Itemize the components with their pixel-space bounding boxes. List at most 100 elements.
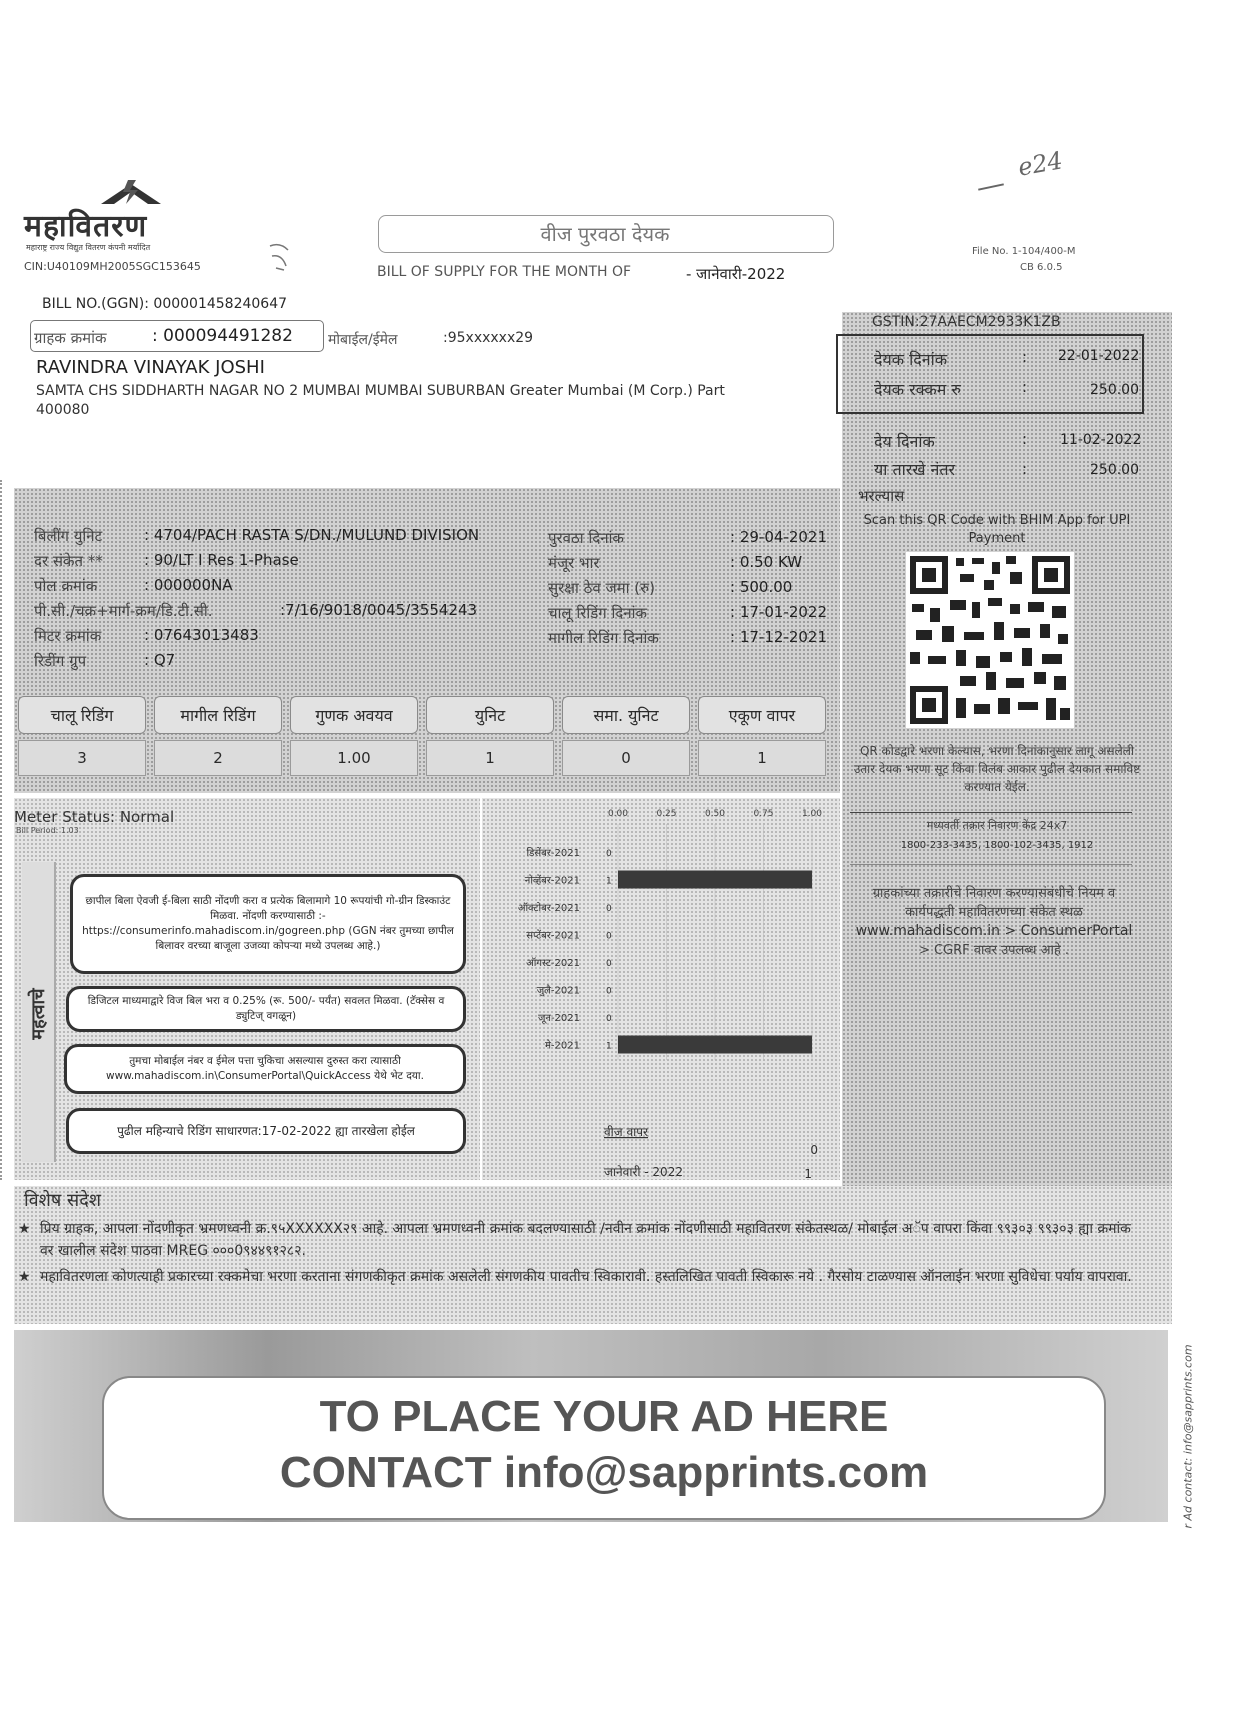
reading-header: एकूण वापर	[698, 696, 826, 734]
bill-no-label: BILL NO.(GGN):	[42, 296, 149, 312]
x-tick-label: 1.00	[802, 809, 822, 819]
ad-line2: CONTACT info@sapprints.com	[279, 1448, 929, 1497]
detail-row: पी.सी./चक्र+मार्ग-क्रम/डि.टी.सी.:7/16/90…	[34, 601, 534, 625]
detail-value: : 17-12-2021	[730, 628, 827, 646]
upi-qr-code[interactable]	[906, 552, 1074, 728]
detail-value: :7/16/9018/0045/3554243	[280, 601, 478, 619]
after-date-label: या तारखे नंतर	[874, 460, 956, 479]
colon: :	[1022, 430, 1028, 448]
detail-label: मागील रिडिंग दिनांक	[548, 629, 659, 647]
detail-label: पुरवठा दिनांक	[548, 529, 624, 547]
detail-label: सुरक्षा ठेव जमा (रु)	[548, 579, 655, 597]
grievance-text: ग्राहकांच्या तक्रारीचे निवारण करण्यासंबं…	[872, 886, 1116, 920]
qr-caption: Scan this QR Code with BHIM App for UPI …	[863, 513, 1131, 546]
x-tick-label: 0.75	[753, 809, 773, 819]
bill-month: - जानेवारी-2022	[686, 265, 786, 283]
payment-label: भरल्यास	[858, 487, 905, 505]
gstin: GSTIN:27AAECM2933K1ZB	[872, 314, 1061, 330]
detail-value: : 0.50 KW	[730, 553, 803, 571]
detail-row: मिटर क्रमांक : 07643013483	[34, 626, 534, 650]
divider	[850, 812, 1132, 813]
bill-date-label: देयक दिनांक	[874, 350, 948, 369]
ad-box[interactable]: TO PLACE YOUR AD HERE CONTACT info@sappr…	[102, 1376, 1106, 1520]
consumption-chart: 0.00 0.25 0.50 0.75 1.00 डिसेंबर-2021 0 नोव्हें…	[482, 798, 840, 1181]
category-label: डिसेंबर-2021	[526, 847, 580, 859]
qr-note: QR कोडद्वारे भरणा केल्यास, भरणा दिनांकान…	[853, 744, 1141, 794]
value-label: 0	[606, 987, 612, 997]
due-date: 11-02-2022	[1060, 432, 1142, 448]
ad-side-text: r Ad contact: info@sapprints.com	[1181, 1344, 1195, 1529]
detail-label: मिटर क्रमांक	[34, 627, 102, 645]
detail-row: रिडींग ग्रुप : Q7	[34, 651, 534, 675]
value-label: 1	[606, 877, 612, 887]
bullet-star-icon: ★	[18, 1269, 31, 1285]
category-label: सप्टेंबर-2021	[526, 930, 580, 942]
header: महावितरण महाराष्ट्र राज्य विद्युत वितरण …	[0, 146, 1237, 283]
important-label: महत्वाचे	[28, 988, 49, 1040]
consumer-address-line1: SAMTA CHS SIDDHARTH NAGAR NO 2 MUMBAI MU…	[36, 383, 725, 399]
cin: CIN:U40109MH2005SGC153645	[24, 260, 201, 273]
detail-value: : 500.00	[730, 578, 793, 596]
mobile-value: :95xxxxxx29	[443, 330, 534, 346]
x-tick-label: 0.50	[705, 809, 725, 819]
logo-text: महावितरण	[24, 209, 148, 244]
detail-label: रिडींग ग्रुप	[34, 652, 87, 670]
usage-bar	[618, 870, 812, 889]
list-item: ★ प्रिय ग्राहक, आपला नोंदणीकृत भ्रमणध्वन…	[14, 1218, 1134, 1262]
ad-line1: TO PLACE YOUR AD HERE	[319, 1392, 889, 1441]
logo-subtitle: महाराष्ट्र राज्य विद्युत वितरण कंपनी मर्…	[26, 243, 151, 252]
after-amount: 250.00	[1090, 462, 1139, 478]
doc-title: वीज पुरवठा देयक	[540, 222, 670, 246]
detail-row: पुरवठा दिनांक : 29-04-2021	[548, 528, 838, 552]
detail-row: दर संकेत **: 90/LT I Res 1-Phase	[34, 551, 534, 575]
value-label: 0	[606, 849, 612, 859]
colon: :	[1022, 460, 1028, 478]
due-date-label: देय दिनांक	[874, 432, 935, 451]
reading-header: गुणक अवयव	[290, 696, 418, 734]
detail-label: चालू रिडिंग दिनांक	[548, 604, 648, 622]
bill-date-amount-box	[836, 334, 1144, 414]
detail-value: : 29-04-2021	[730, 528, 827, 546]
consumer-no: : 000094491282	[152, 326, 293, 346]
bill-no: 000001458240647	[153, 296, 288, 312]
colon: :	[1022, 348, 1028, 366]
usage-footer-value: 0	[810, 1143, 818, 1157]
important-side-tab: महत्वाचे	[22, 862, 56, 1162]
scan-edge	[0, 480, 12, 1180]
bill-of-supply-label: BILL OF SUPPLY FOR THE MONTH OF	[377, 264, 632, 280]
usage-bar	[618, 1035, 812, 1054]
x-tick-label: 0.00	[608, 809, 628, 819]
reading-value: 3	[18, 740, 146, 776]
detail-row: बिलींग युनिट: 4704/PACH RASTA S/DN./MULU…	[34, 526, 534, 550]
grievance-link[interactable]: www.mahadiscom.in > ConsumerPortal	[848, 922, 1140, 941]
value-label: 0	[606, 904, 612, 914]
detail-value: : 17-01-2022	[730, 603, 827, 621]
reading-table: चालू रिडिंग मागील रिडिंग गुणक अवयव युनिट समा…	[18, 696, 836, 782]
detail-row: मंजूर भार: 0.50 KW	[548, 553, 838, 577]
consumer-name: RAVINDRA VINAYAK JOSHI	[36, 357, 265, 378]
value-label: 0	[606, 959, 612, 969]
detail-value: : 07643013483	[144, 626, 259, 644]
bill-amount: 250.00	[1090, 382, 1139, 398]
list-item: ★ महावितरणला कोणत्याही प्रकारच्या रक्कमे…	[14, 1266, 1134, 1288]
next-reading-note: पुढील महिन्याचे रिडिंग साधारणत:17-02-202…	[66, 1108, 466, 1154]
detail-value: : Q7	[144, 651, 176, 669]
file-no: File No. 1-104/400-M	[972, 246, 1076, 257]
reading-value: 2	[154, 740, 282, 776]
usage-bar-chart: 0.00 0.25 0.50 0.75 1.00 डिसेंबर-2021 0 नोव्हें…	[518, 809, 822, 1181]
logo-bolt-icon	[101, 180, 161, 204]
update-contact-note: तुमचा मोबाईल नंबर व ईमेल पत्ता चुकिचा अस…	[64, 1044, 466, 1094]
detail-row: मागील रिडिंग दिनांक : 17-12-2021	[548, 628, 838, 652]
category-label: मे-2021	[545, 1040, 580, 1052]
stamp-icon	[266, 240, 294, 274]
special-message-title: विशेष संदेश	[24, 1190, 102, 1211]
gogreen-note: छापील बिला ऐवजी ई-बिला साठी नोंदणी करा व…	[70, 874, 466, 974]
detail-row: चालू रिडिंग दिनांक : 17-01-2022	[548, 603, 838, 627]
bill-period: Bill Period: 1.03	[16, 826, 79, 835]
detail-label: दर संकेत **	[34, 552, 103, 570]
grievance-tail: > CGRF वावर उपलब्ध आहे .	[918, 943, 1070, 958]
bill-date: 22-01-2022	[1058, 348, 1140, 364]
reading-value: 1	[698, 740, 826, 776]
reading-value: 1	[426, 740, 554, 776]
meter-status: Meter Status: Normal	[14, 808, 175, 826]
